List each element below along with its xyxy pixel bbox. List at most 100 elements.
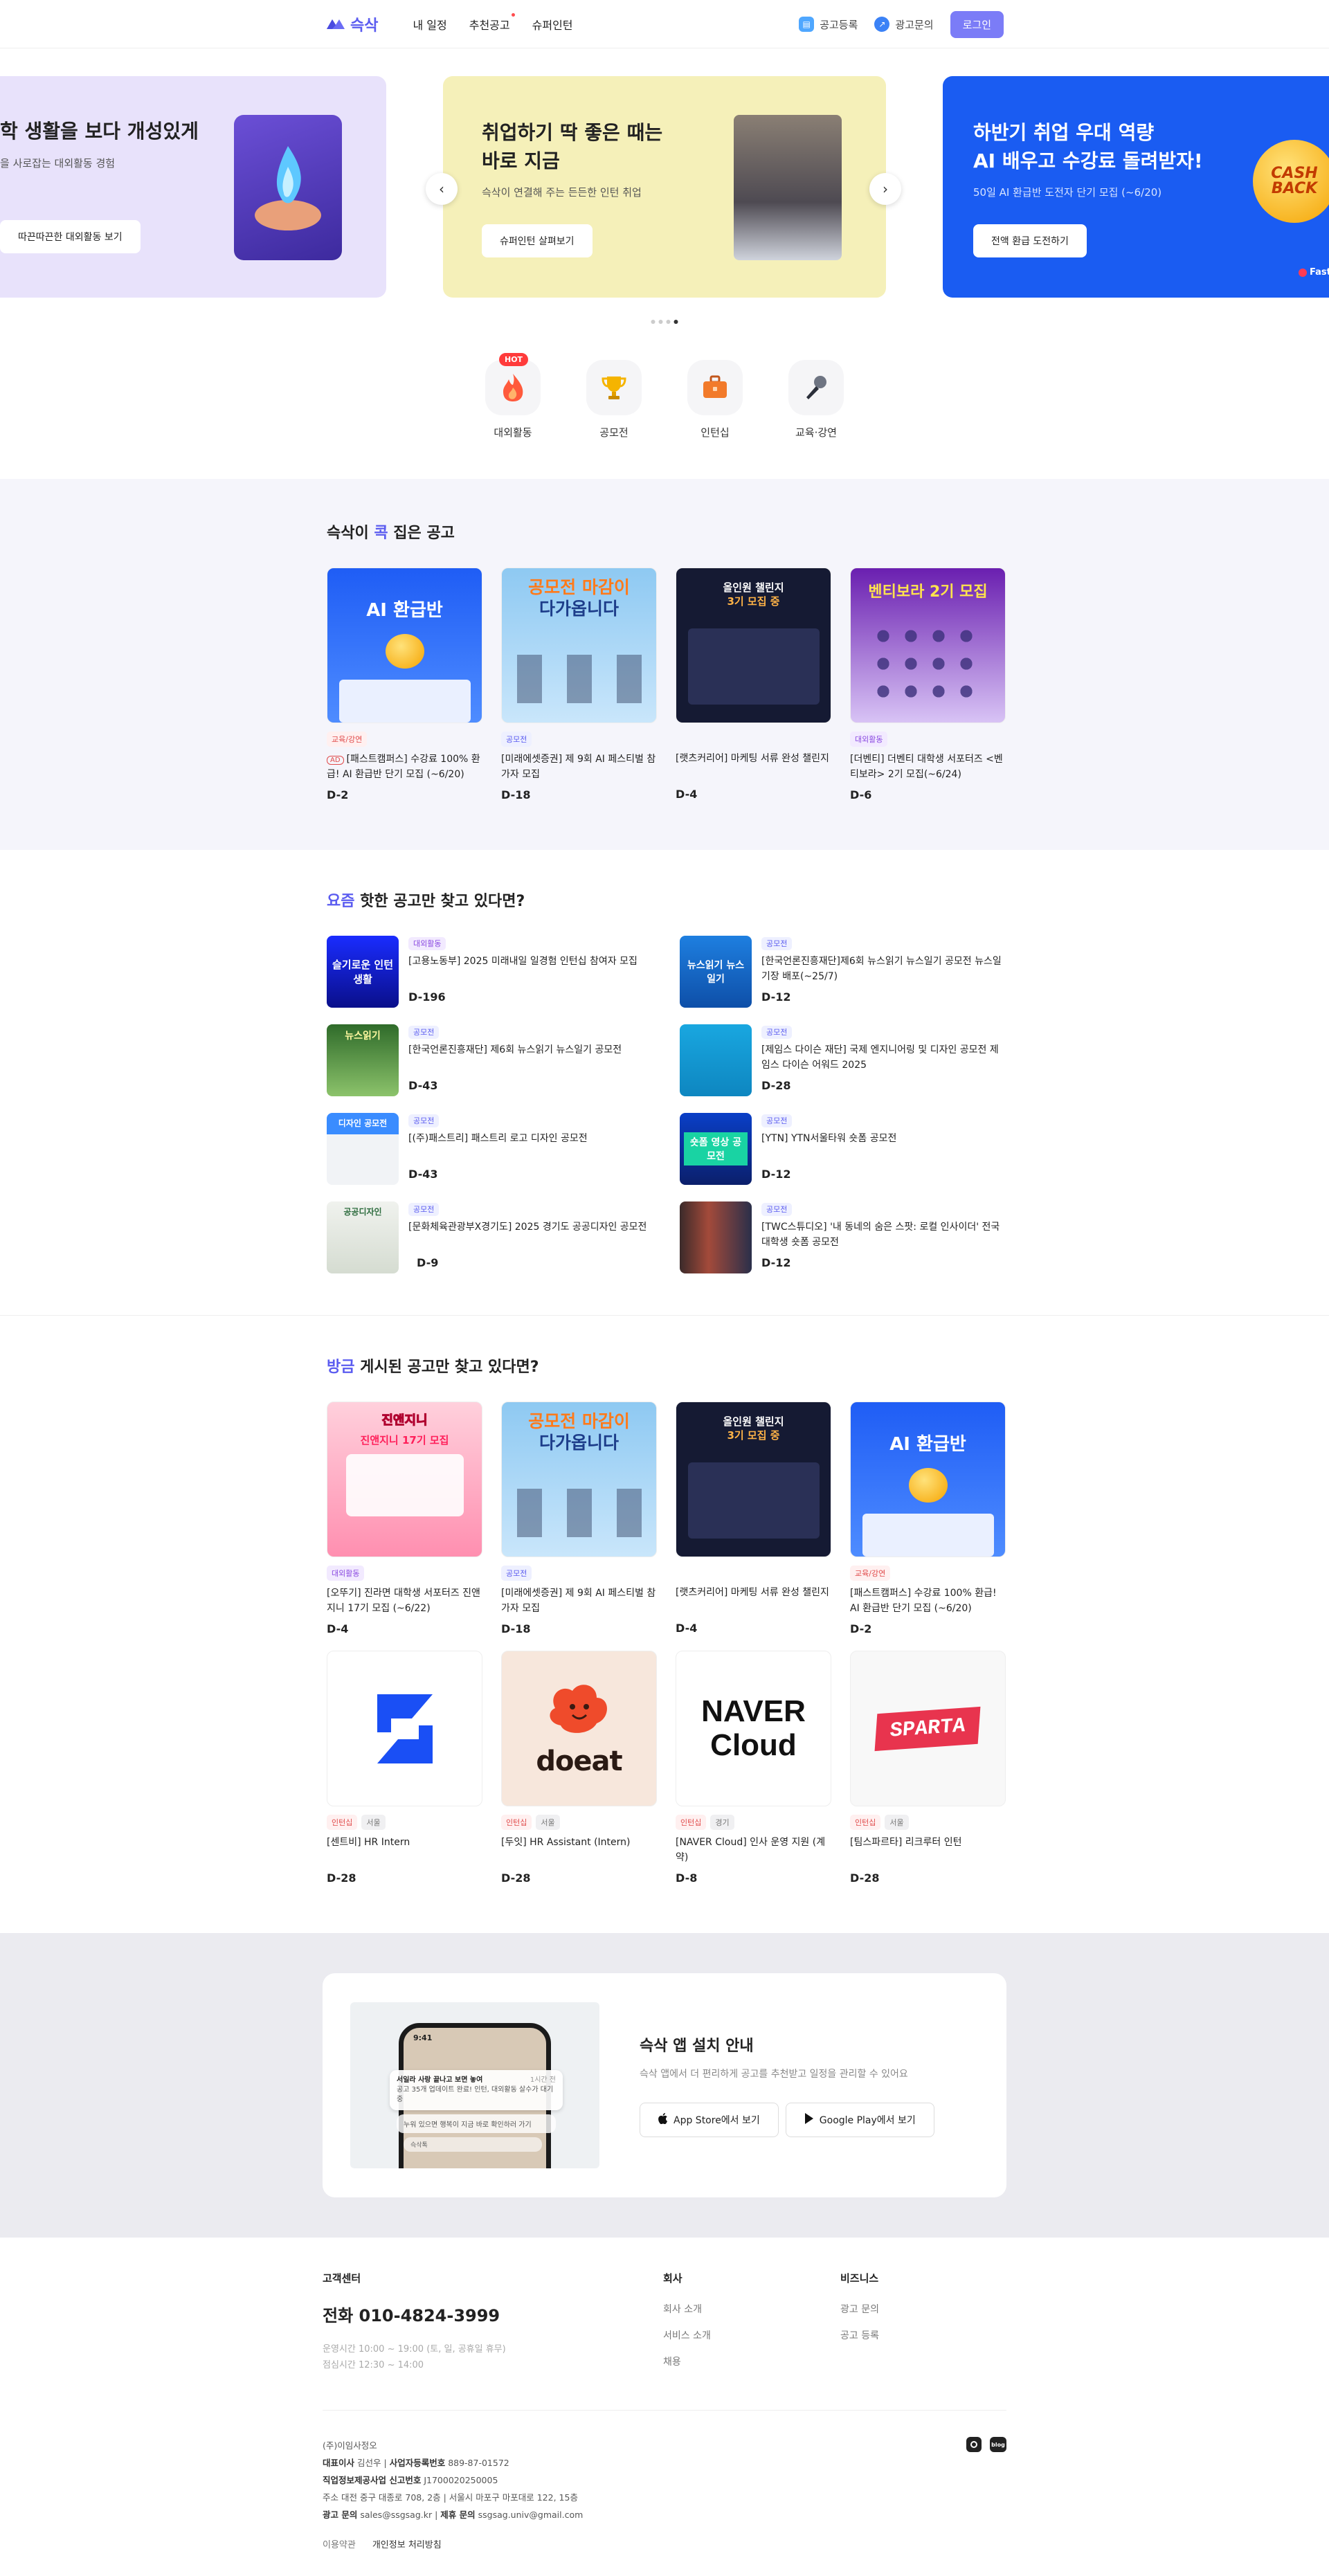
chevron-right-icon: › [883,181,888,197]
item-title: [YTN] YTN서울타워 숏폼 공모전 [761,1133,897,1144]
d-day: D-9 [417,1256,439,1269]
card-title: [더벤티] 더벤티 대학생 서포터즈 <벤티보라> 2기 모집(~6/24) [850,754,1003,780]
posting-card[interactable]: 공모전 마감이 다가옵니다 공모전 [미래에셋증권] 제 9회 AI 페스티벌 참… [501,568,657,801]
posting-card[interactable]: 벤티보라 2기 모집 대외활동 [더벤티] 더벤티 대학생 서포터즈 <벤티보라… [850,568,1006,801]
job-label: 직업정보제공사업 신고번호 [323,2475,422,2485]
banner-button[interactable]: 전액 환급 도전하기 [973,224,1087,258]
section-title: 요즘 핫한 공고만 찾고 있다면? [327,889,1002,911]
category-contests[interactable]: 공모전 [586,360,642,464]
company-about-link[interactable]: 회사 소개 [663,2302,840,2316]
nav-recommended[interactable]: 추천공고 [469,13,515,33]
terms-link[interactable]: 이용약관 [323,2537,356,2550]
posting-card[interactable]: AI 환급반 교육/강연 [패스트캠퍼스] 수강료 100% 환급! AI 환급… [850,1402,1006,1635]
category-tag: 공모전 [408,1114,440,1127]
thumb-text: 뉴스읽기 [345,1031,381,1042]
carousel-dot-active[interactable] [673,320,678,324]
notification-card-2: 누워 있으면 행복이 지금 바로 확인하러 가기 [397,2114,556,2133]
posting-card[interactable]: 공모전 마감이 다가옵니다 공모전 [미래에셋증권] 제 9회 AI 페스티벌 참… [501,1402,657,1635]
ad-badge: AD [327,756,344,765]
carousel-next-button[interactable]: › [869,173,901,205]
nav-super-intern[interactable]: 슈퍼인턴 [532,16,573,33]
thumb-text: 숏폼 영상 공모전 [684,1132,748,1165]
sentbe-logo [327,1651,482,1806]
posting-card[interactable]: 올인원 챌린지 3기 모집 중 [랫츠커리어] 마케팅 서류 완성 챌린지 D-4 [676,568,831,801]
service-about-link[interactable]: 서비스 소개 [663,2328,840,2342]
d-day: D-2 [327,788,349,801]
partner-email: ssgsag.univ@gmail.com [478,2510,584,2520]
category-label: 공모전 [599,426,629,439]
section-title: 방금 게시된 공고만 찾고 있다면? [327,1354,1002,1377]
ad-inquiry-footer-link[interactable]: 광고 문의 [840,2302,879,2316]
category-label: 대외활동 [494,426,532,439]
title-suffix: 핫한 공고만 찾고 있다면? [354,893,525,910]
carousel-dot[interactable] [658,320,663,324]
post-register-footer-link[interactable]: 공고 등록 [840,2328,879,2342]
banner-title: 하반기 취업 우대 역량 AI 배우고 수강료 돌려받자! [973,119,1203,175]
thumb-text-1: 올인원 챌린지 [723,1415,784,1428]
thumb-text: 디자인 공모전 [338,1118,388,1128]
posting-card[interactable]: SPARTA 인턴십 서울 [팀스파르타] 리크루터 인턴 D-28 [850,1651,1006,1885]
app-subtitle: 슥삭 앱에서 더 편리하게 공고를 추천받고 일정을 관리할 수 있어요 [640,2069,908,2080]
posting-card[interactable]: 올인원 챌린지 3기 모집 중 [랫츠커리어] 마케팅 서류 완성 챌린지 D-4 [676,1402,831,1635]
thumb-text: 뉴스읽기 뉴스일기 [687,960,745,985]
banner-intern[interactable]: 취업하기 딱 좋은 때는 바로 지금 슥삭이 연결해 주는 든든한 인턴 취업 슈… [443,76,886,298]
banner-button[interactable]: 슈퍼인턴 살펴보기 [482,224,593,258]
app-store-button[interactable]: App Store에서 보기 [640,2103,779,2137]
nav-my-schedule[interactable]: 내 일정 [413,16,446,33]
ad-register-label: 공고등록 [820,18,858,31]
careers-link[interactable]: 채용 [663,2355,840,2368]
phone-mockup: 9:41 서일라 사랑 끝나고 보면 놓여 1시간 전 공고 35개 업데이트 완… [350,2002,599,2168]
picked-section: 슥삭이 콕 집은 공고 AI 환급반 교육/강연 AD [패스트캠퍼스] 수강료 … [0,479,1329,850]
title-suffix: 게시된 공고만 찾고 있다면? [354,1359,539,1376]
instagram-icon[interactable] [966,2437,982,2452]
cs-phone[interactable]: 전화 010-4824-3999 [323,2302,663,2326]
banner-activities[interactable]: 학 생활을 보다 개성있게 을 사로잡는 대외활동 경험 따끈따끈한 대외활동 … [0,76,386,298]
category-activities[interactable]: HOT 대외활동 [485,353,541,464]
list-item[interactable]: 뉴스읽기 뉴스일기 공모전 [한국언론진흥재단]제6회 뉴스읽기 뉴스일기 공모전… [680,936,1005,1008]
carousel-dot[interactable] [651,320,656,324]
list-item[interactable]: 디자인 공모전 공모전 [(주)패스트리] 패스트리 로고 디자인 공모전 D-43 [327,1113,652,1185]
thumb-text-2: 3기 모집 중 [727,595,780,608]
list-item[interactable]: 숏폼 영상 공모전 공모전 [YTN] YTN서울타워 숏폼 공모전 D-12 [680,1113,1005,1185]
banner-subtitle: 50일 AI 환급반 도전자 단기 모집 (~6/20) [973,186,1162,199]
cashback-coin: CASH BACK [1253,140,1329,223]
list-item[interactable]: 뉴스읽기 공모전 [한국언론진흥재단] 제6회 뉴스읽기 뉴스일기 공모전 D-43 [327,1024,652,1096]
d-day: D-28 [761,1079,791,1092]
posting-card[interactable]: doeat 인턴십 서울 [두잇] HR Assistant (Intern) D… [501,1651,657,1885]
bizno-label: 사업자등록번호 [389,2458,446,2468]
login-button[interactable]: 로그인 [950,10,1004,38]
google-play-button[interactable]: Google Play에서 보기 [785,2103,934,2137]
list-item[interactable]: 공모전 [TWC스튜디오] '내 동네의 숨은 스팟: 로컬 인사이더' 전국 대… [680,1201,1005,1273]
ssgsag-logo[interactable]: 슥삭 [325,13,378,35]
category-internship[interactable]: 인턴십 [687,360,743,464]
category-education[interactable]: 교육·강연 [788,360,844,464]
category-label: 교육·강연 [795,426,837,439]
list-item[interactable]: 공공디자인 공모전 [문화체육관광부X경기도] 2025 경기도 공공디자인 공모… [327,1201,652,1273]
company-info: (주)이임사정오 대표이사 김선우 | 사업자등록번호 889-87-01572… [323,2437,1006,2523]
banner-ai-cashback[interactable]: 하반기 취업 우대 역량 AI 배우고 수강료 돌려받자! 50일 AI 환급반 … [943,76,1329,298]
card-thumbnail: 올인원 챌린지 3기 모집 중 [676,1402,831,1557]
blog-icon[interactable]: blog [990,2437,1006,2452]
posting-card[interactable]: NAVER Cloud 인턴십 경기 [NAVER Cloud] 인사 운영 지원 … [676,1651,831,1885]
category-tag: 공모전 [761,1026,793,1039]
ad-inquiry-label: 광고문의 [895,18,934,31]
posting-card[interactable]: AI 환급반 교육/강연 AD [패스트캠퍼스] 수강료 100% 환급! AI … [327,568,482,801]
carousel-dot[interactable] [666,320,671,324]
ad-register-link[interactable]: ▤ 공고등록 [799,17,858,32]
phone-time: 9:41 [413,2033,433,2042]
title-accent: 콕 [374,525,388,542]
posting-card[interactable]: 진앤지니 진앤지니 17기 모집 대외활동 [오뚜기] 진라면 대학생 서포터즈 … [327,1402,482,1635]
list-item[interactable]: 슬기로운 인턴생활 대외활동 [고용노동부] 2025 미래내일 일경험 인턴십 … [327,936,652,1008]
carousel-prev-button[interactable]: ‹ [426,173,458,205]
posting-card[interactable]: 인턴십 서울 [센트비] HR Intern D-28 [327,1651,482,1885]
privacy-link[interactable]: 개인정보 처리방침 [372,2537,442,2550]
banner-button[interactable]: 따끈따끈한 대외활동 보기 [0,219,141,253]
d-day: D-12 [761,1168,791,1181]
ad-inquiry-link[interactable]: ↗ 광고문의 [874,17,934,32]
category-tag: 대외활동 [327,1566,365,1581]
list-item[interactable]: 공모전 [제임스 다이슨 재단] 국제 엔지니어링 및 디자인 공모전 제임스 다… [680,1024,1005,1096]
ceo-line: 대표이사 김선우 | 사업자등록번호 889-87-01572 [323,2458,509,2468]
region-tag: 경기 [710,1815,734,1830]
card-thumbnail: 공모전 마감이 다가옵니다 [501,1402,657,1557]
card-title: [미래에셋증권] 제 9회 AI 페스티벌 참가자 모집 [501,1588,656,1614]
